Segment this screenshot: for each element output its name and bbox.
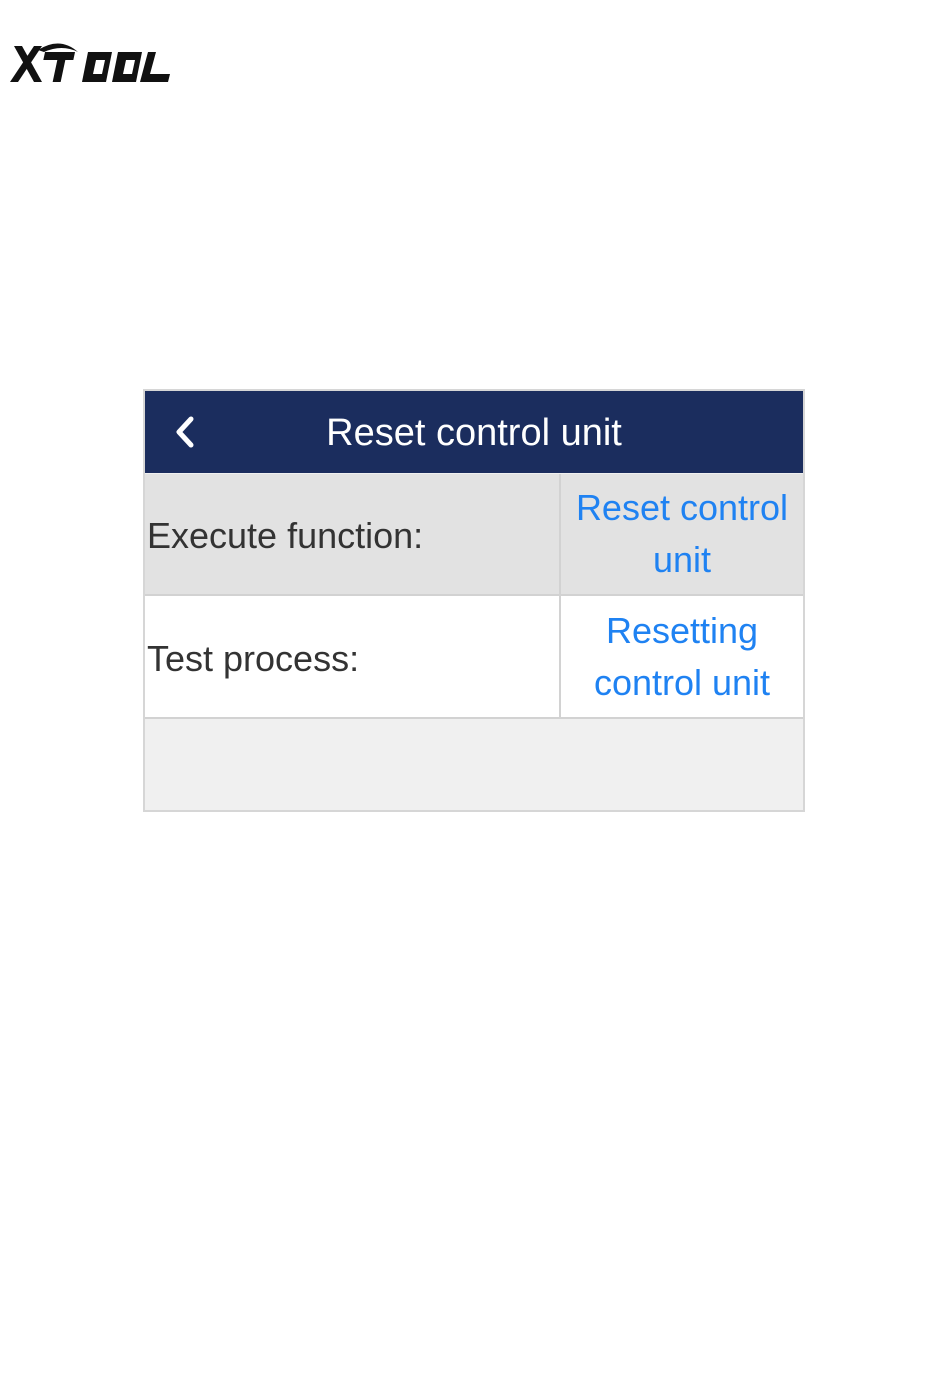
table-row-test-process: Test process: Resetting control unit [145,596,803,719]
page-title: Reset control unit [326,412,622,454]
row-value: Reset control unit [559,474,803,594]
device-screen: Reset control unit Execute function: Res… [143,389,805,812]
empty-content-area [145,719,803,810]
back-button[interactable] [163,409,209,455]
title-bar: Reset control unit [145,391,803,473]
row-value: Resetting control unit [559,596,803,717]
table-row-execute-function: Execute function: Reset control unit [145,474,803,596]
row-label: Test process: [147,637,360,679]
row-label: Execute function: [147,515,424,556]
xtool-logo [8,38,174,88]
chevron-left-icon [176,416,194,448]
